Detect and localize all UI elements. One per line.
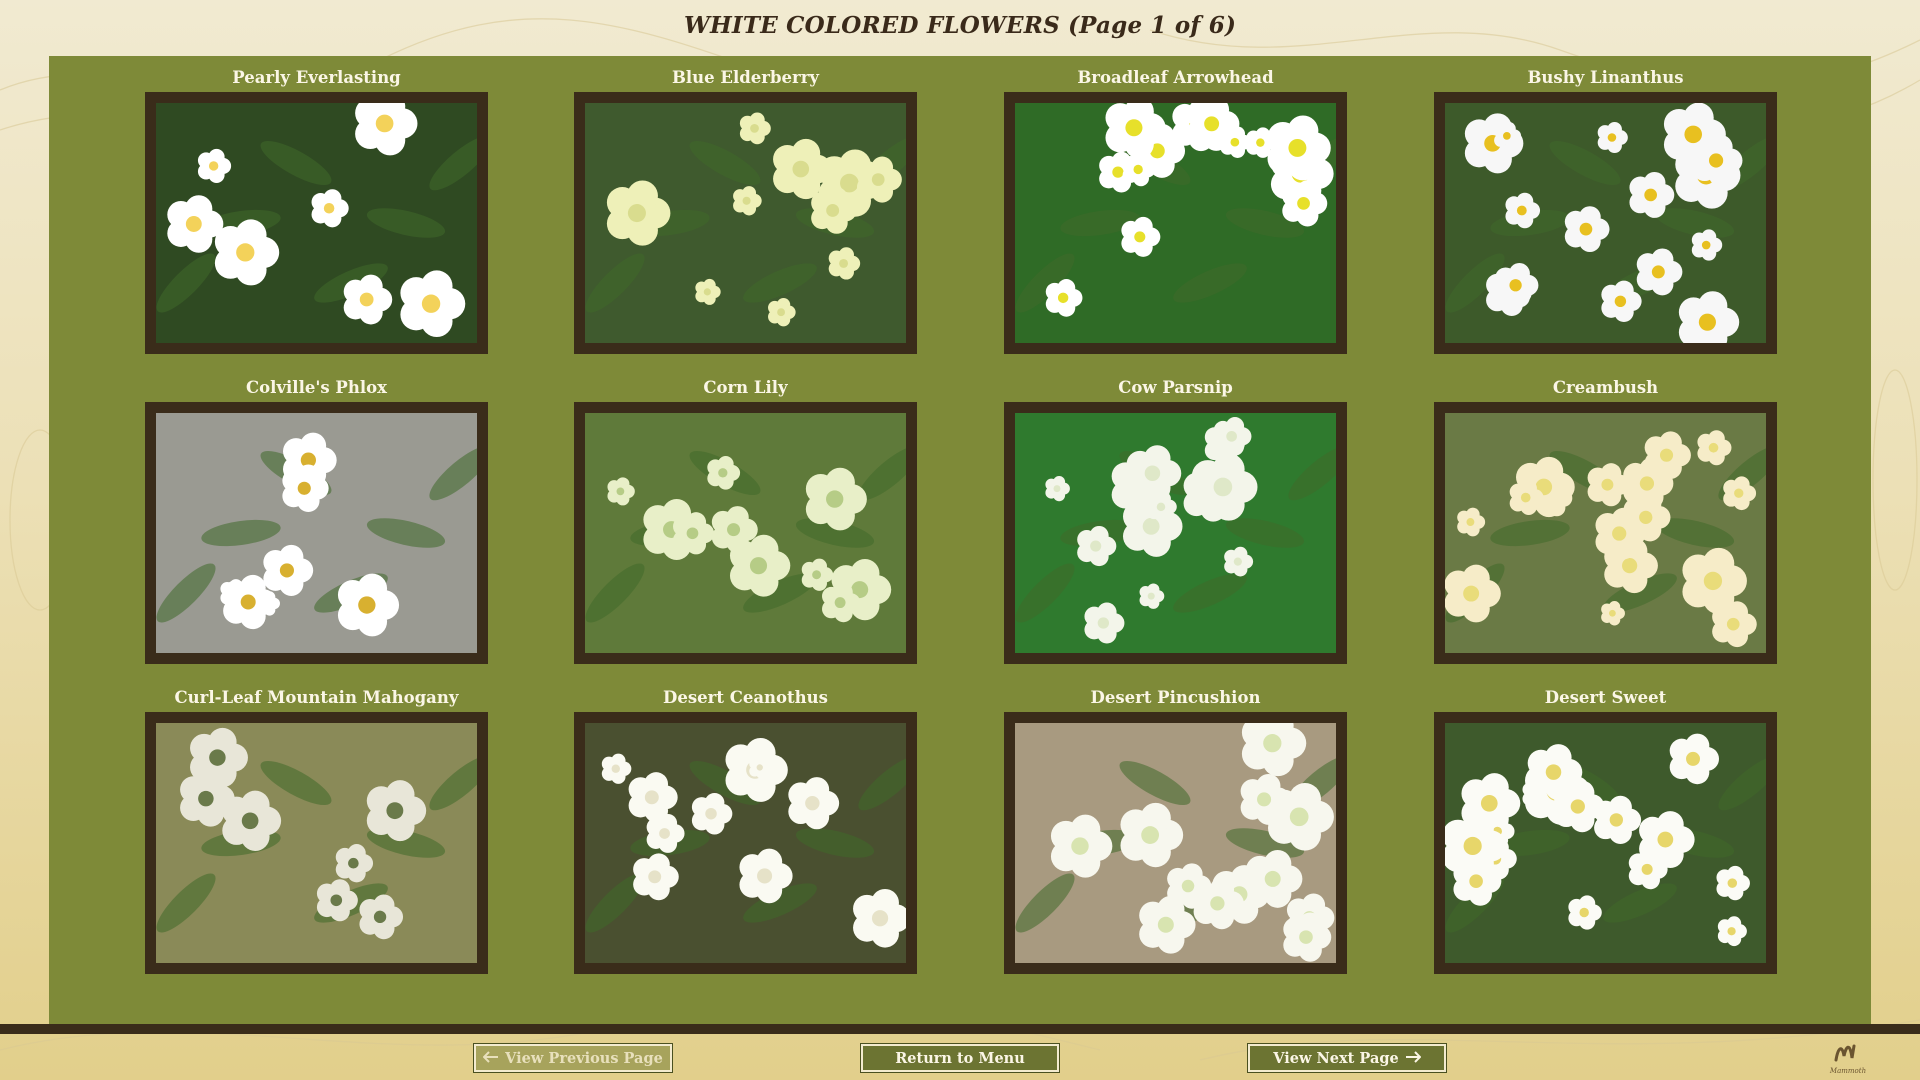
- flower-name: Colville's Phlox: [246, 378, 387, 397]
- arrow-left-icon: [482, 1050, 499, 1067]
- flower-photo-illustration: [1015, 723, 1336, 963]
- view-previous-page-label: View Previous Page: [505, 1049, 663, 1067]
- flower-photo-illustration: [1445, 103, 1766, 343]
- flower-photo[interactable]: [1445, 413, 1766, 653]
- return-to-menu-button[interactable]: Return to Menu: [861, 1044, 1059, 1072]
- photo-frame[interactable]: [145, 712, 488, 974]
- flower-photo[interactable]: [1015, 103, 1336, 343]
- view-previous-page-button[interactable]: View Previous Page: [474, 1044, 672, 1072]
- return-to-menu-label: Return to Menu: [895, 1049, 1025, 1067]
- flower-grid-panel: Pearly Everlasting Blue Elderberry Broadle…: [49, 56, 1871, 1024]
- flower-photo[interactable]: [156, 413, 477, 653]
- flower-card[interactable]: Bushy Linanthus: [1434, 64, 1777, 354]
- flower-name: Broadleaf Arrowhead: [1077, 68, 1274, 87]
- flower-photo[interactable]: [1015, 723, 1336, 963]
- flower-photo[interactable]: [585, 723, 906, 963]
- photo-frame[interactable]: [145, 92, 488, 354]
- view-next-page-button[interactable]: View Next Page: [1248, 1044, 1446, 1072]
- flower-photo-illustration: [1445, 723, 1766, 963]
- flower-name: Desert Sweet: [1544, 688, 1667, 707]
- flower-name: Desert Pincushion: [1090, 688, 1261, 707]
- photo-frame[interactable]: [574, 92, 917, 354]
- flower-photo[interactable]: [1445, 723, 1766, 963]
- flower-name: Curl-Leaf Mountain Mahogany: [174, 688, 459, 707]
- flower-photo-illustration: [585, 723, 906, 963]
- bottom-divider: [0, 1024, 1920, 1034]
- photo-frame[interactable]: [1434, 402, 1777, 664]
- flower-name: Pearly Everlasting: [232, 68, 401, 87]
- flower-photo-illustration: [1015, 103, 1336, 343]
- flower-card[interactable]: Broadleaf Arrowhead: [1004, 64, 1347, 354]
- flower-name: Corn Lily: [703, 378, 788, 397]
- photo-frame[interactable]: [1434, 92, 1777, 354]
- flower-photo-illustration: [156, 723, 477, 963]
- flower-card[interactable]: Blue Elderberry: [574, 64, 917, 354]
- flower-name: Desert Ceanothus: [663, 688, 828, 707]
- flower-photo[interactable]: [156, 103, 477, 343]
- flower-photo[interactable]: [585, 413, 906, 653]
- view-next-page-label: View Next Page: [1273, 1049, 1399, 1067]
- photo-frame[interactable]: [574, 712, 917, 974]
- flower-photo-illustration: [156, 413, 477, 653]
- flower-card[interactable]: Desert Sweet: [1434, 684, 1777, 974]
- photo-frame[interactable]: [574, 402, 917, 664]
- flower-photo-illustration: [1015, 413, 1336, 653]
- arrow-right-icon: [1405, 1050, 1422, 1067]
- page-title: WHITE COLORED FLOWERS (Page 1 of 6): [683, 12, 1237, 39]
- photo-frame[interactable]: [1434, 712, 1777, 974]
- flower-photo-illustration: [1445, 413, 1766, 653]
- flower-card[interactable]: Creambush: [1434, 374, 1777, 664]
- flower-card[interactable]: Colville's Phlox: [145, 374, 488, 664]
- flower-photo[interactable]: [156, 723, 477, 963]
- flower-photo[interactable]: [1015, 413, 1336, 653]
- mammoth-logo-icon: Mammoth: [1822, 1038, 1874, 1076]
- photo-frame[interactable]: [1004, 402, 1347, 664]
- photo-frame[interactable]: [1004, 92, 1347, 354]
- flower-photo-illustration: [585, 103, 906, 343]
- flower-name: Creambush: [1552, 378, 1659, 397]
- flower-name: Cow Parsnip: [1118, 378, 1233, 397]
- flower-name: Blue Elderberry: [671, 68, 820, 87]
- flower-card[interactable]: Corn Lily: [574, 374, 917, 664]
- flower-photo[interactable]: [1445, 103, 1766, 343]
- flower-name: Bushy Linanthus: [1527, 68, 1684, 87]
- flower-photo-illustration: [585, 413, 906, 653]
- svg-text:Mammoth: Mammoth: [1829, 1067, 1866, 1075]
- flower-photo-illustration: [156, 103, 477, 343]
- flower-card[interactable]: Desert Pincushion: [1004, 684, 1347, 974]
- flower-card[interactable]: Desert Ceanothus: [574, 684, 917, 974]
- flower-photo[interactable]: [585, 103, 906, 343]
- photo-frame[interactable]: [145, 402, 488, 664]
- flower-card[interactable]: Curl-Leaf Mountain Mahogany: [145, 684, 488, 974]
- photo-frame[interactable]: [1004, 712, 1347, 974]
- flower-card[interactable]: Cow Parsnip: [1004, 374, 1347, 664]
- flower-card[interactable]: Pearly Everlasting: [145, 64, 488, 354]
